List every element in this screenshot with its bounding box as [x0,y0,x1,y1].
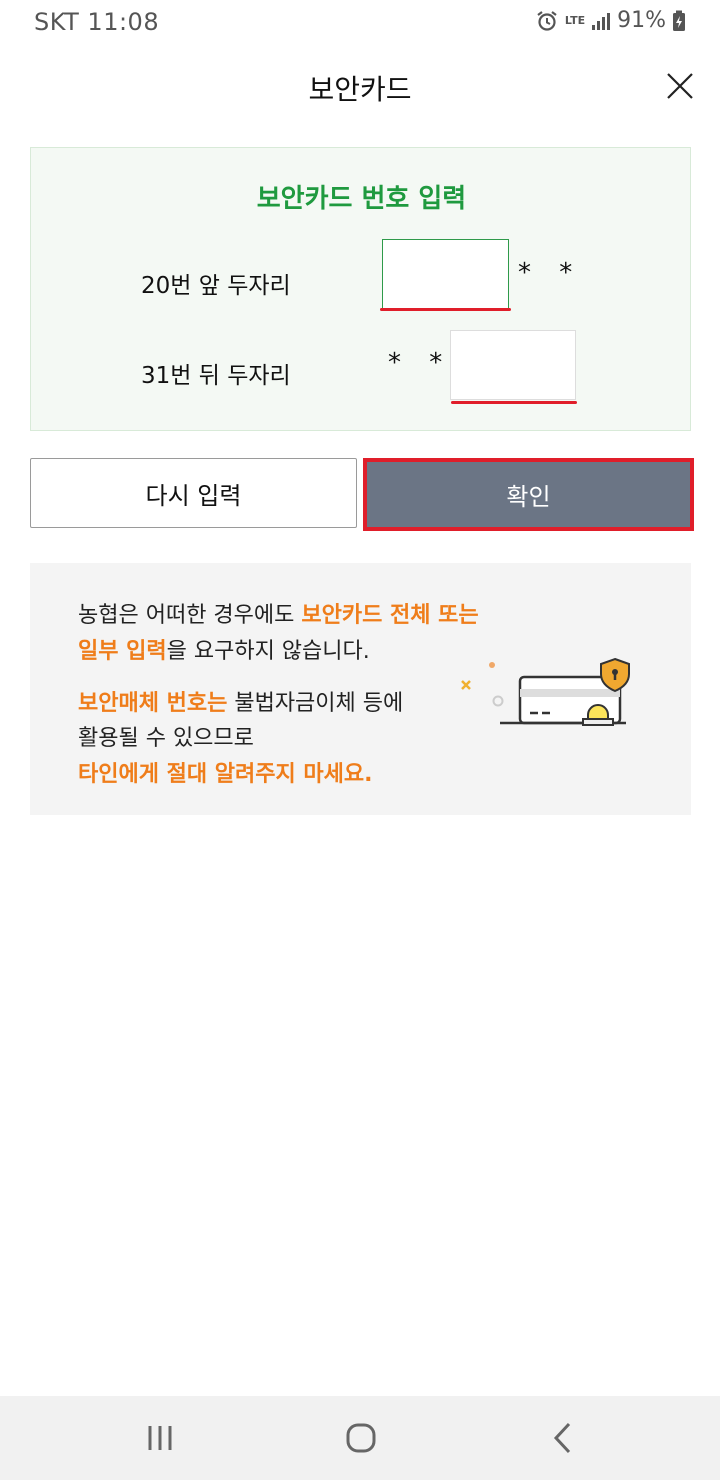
notice-highlight: 일부 입력 [78,639,167,664]
notice-line-1: 농협은 어떠한 경우에도 보안카드 전체 또는 [78,597,479,629]
close-button[interactable] [666,72,694,100]
retry-button[interactable]: 다시 입력 [30,458,357,528]
battery-charging-icon [672,10,686,32]
page-header: 보안카드 [0,44,720,130]
carrier-label: SKT [34,8,80,36]
security-card-alert-icon [461,657,630,726]
clock-label: 11:08 [87,8,160,36]
card-number-input-2[interactable] [450,330,576,400]
input1-highlight-underline [380,308,511,311]
page-title: 보안카드 [308,73,412,106]
panel-title: 보안카드 번호 입력 [256,184,467,214]
close-icon [667,73,693,99]
row1-label: 20번 앞 두자리 [141,273,291,299]
row2-label: 31번 뒤 두자리 [141,363,291,389]
notice-text: 불법자금이체 등에 [227,691,404,716]
notice-highlight: 보안카드 전체 또는 [301,603,479,628]
lte-label: LTE [564,13,586,27]
row2-mask: * * [388,348,453,378]
input2-highlight-underline [451,401,577,404]
back-button[interactable] [545,1420,581,1456]
notice-line-2: 일부 입력을 요구하지 않습니다. [78,633,370,665]
security-notice: 농협은 어떠한 경우에도 보안카드 전체 또는 일부 입력을 요구하지 않습니다… [30,563,691,815]
confirm-button[interactable]: 확인 [367,462,690,527]
row1-mask: * * [518,258,583,288]
card-number-input-1[interactable] [382,239,509,311]
notice-text: 을 요구하지 않습니다. [166,639,370,664]
home-icon [346,1423,376,1453]
system-nav-bar [0,1396,720,1480]
home-button[interactable] [343,1420,379,1456]
signal-icon [591,11,611,31]
recent-apps-button[interactable] [142,1420,178,1456]
notice-line-4: 활용될 수 있으므로 [78,720,254,752]
security-card-input-panel: 보안카드 번호 입력 20번 앞 두자리 * * 31번 뒤 두자리 * * [30,147,691,431]
lte-indicator: LTE [564,13,586,27]
notice-line-5: 타인에게 절대 알려주지 마세요. [78,756,372,788]
alarm-icon [535,9,559,33]
notice-text: 활용될 수 있으므로 [78,726,254,751]
notice-line-3: 보안매체 번호는 불법자금이체 등에 [78,685,403,717]
recent-apps-icon [148,1426,172,1450]
back-icon [553,1422,571,1454]
status-bar: SKT 11:08 LTE 91% [0,0,720,44]
notice-highlight: 타인에게 절대 알려주지 마세요. [78,762,373,787]
notice-highlight: 보안매체 번호는 [78,691,228,716]
notice-text: 농협은 어떠한 경우에도 [78,603,302,628]
battery-label: 91% [617,8,666,33]
status-carrier-time: SKT 11:08 [34,8,159,36]
status-icons: LTE 91% [535,8,686,33]
